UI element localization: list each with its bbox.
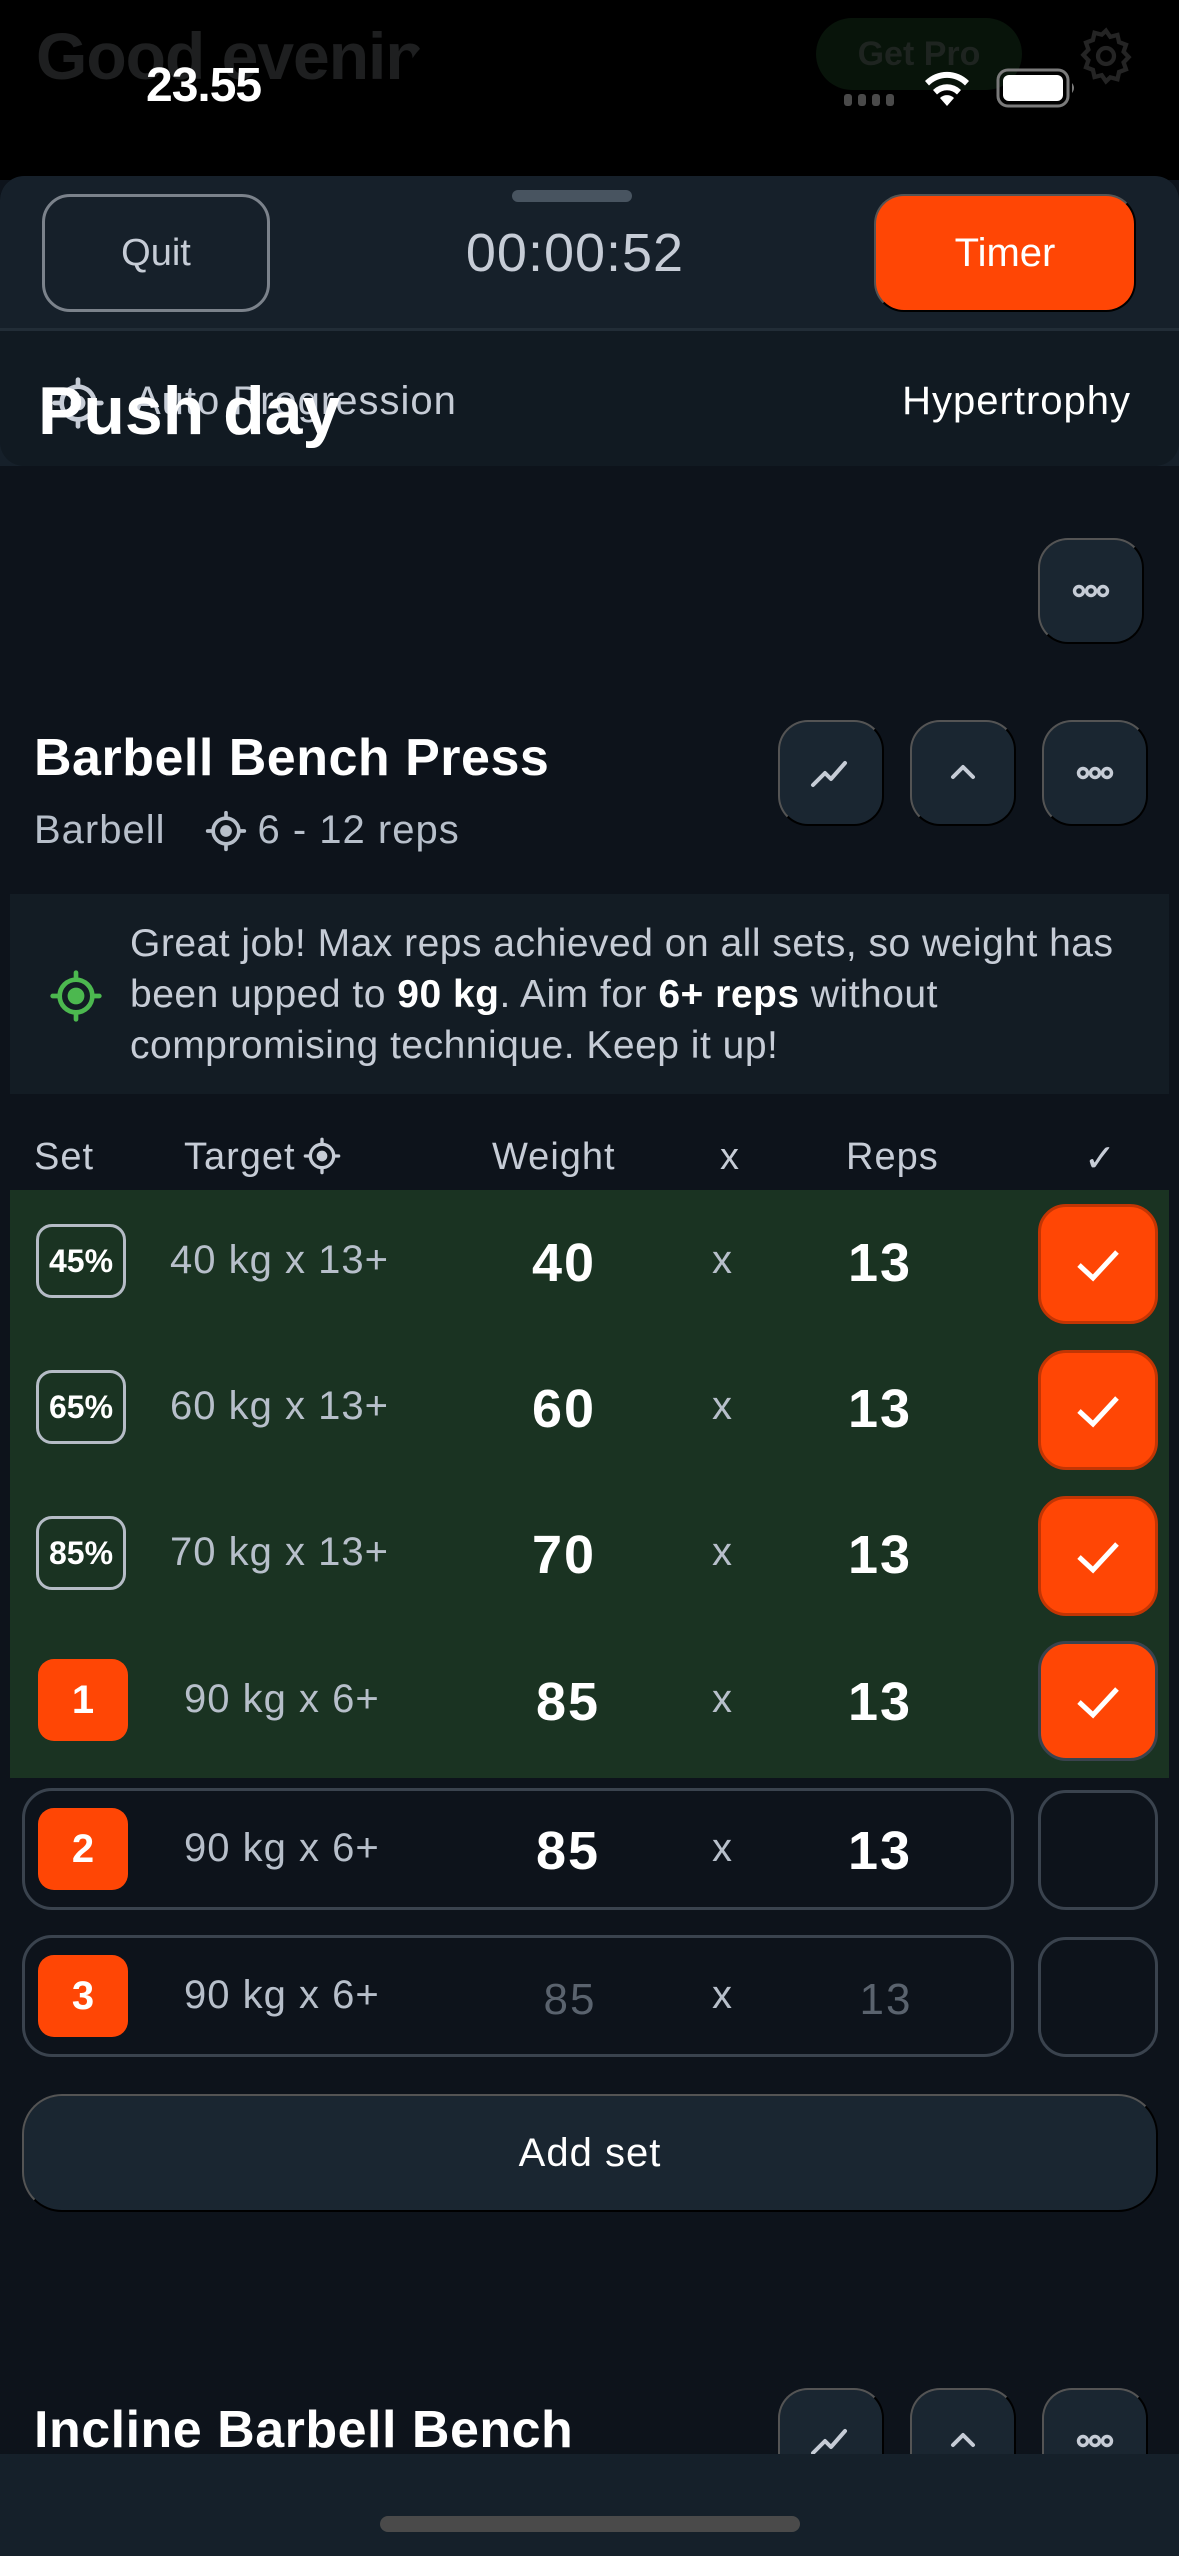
get-pro-button: Get Pro (816, 18, 1022, 90)
progression-notice: Great job! Max reps achieved on all sets… (10, 894, 1169, 1094)
set-weight[interactable]: 85 (498, 1671, 638, 1733)
collapse-exercise-button[interactable] (910, 720, 1016, 826)
equipment-label: Barbell (34, 808, 166, 852)
set-target: 90 kg x 6+ (184, 1677, 380, 1721)
bottom-bar (0, 2454, 1179, 2556)
sets-table-header: Set Target Weight x Reps ✓ (0, 1116, 1179, 1196)
workout-more-button[interactable] (1038, 538, 1144, 644)
warmup-set-badge[interactable]: 45% (36, 1224, 126, 1298)
set-weight[interactable]: 60 (494, 1378, 634, 1440)
sheet-grabber-handle[interactable] (512, 190, 632, 202)
battery-icon (996, 68, 1074, 108)
set-weight-input[interactable]: 85 (500, 1975, 640, 2025)
target-reps: 6+ reps (658, 973, 800, 1016)
set-x: x (712, 1384, 732, 1428)
add-set-button[interactable]: Add set (22, 2094, 1158, 2212)
cellular-signal-icon (844, 94, 894, 106)
warmup-set-badge[interactable]: 65% (36, 1370, 126, 1444)
set-complete-checkbox[interactable] (1038, 1350, 1158, 1470)
status-time: 23.55 (146, 59, 262, 112)
warmup-set-badge[interactable]: 85% (36, 1516, 126, 1590)
checkmark-icon (1077, 1250, 1119, 1282)
checkmark-icon (1077, 1687, 1119, 1719)
new-weight: 90 kg (397, 973, 500, 1016)
screen: Good evenin Get Pro 23.55 Quit 00:00:52 … (0, 0, 1179, 2556)
set-complete-checkbox[interactable] (1038, 1496, 1158, 1616)
set-reps[interactable]: 13 (810, 1524, 950, 1586)
exercise-history-button[interactable] (778, 720, 884, 826)
column-reps: Reps (846, 1136, 939, 1178)
workout-title: Push day (38, 373, 341, 449)
set-reps-input[interactable]: 13 (816, 1975, 956, 2025)
wifi-icon (925, 71, 969, 106)
set-reps[interactable]: 13 (810, 1820, 950, 1882)
set-weight[interactable]: 85 (498, 1820, 638, 1882)
timer-button[interactable]: Timer (874, 194, 1136, 312)
set-x: x (712, 1826, 732, 1870)
column-set: Set (34, 1136, 95, 1178)
set-x: x (712, 1677, 732, 1721)
set-complete-checkbox[interactable] (1038, 1204, 1158, 1324)
target-icon (303, 1137, 340, 1175)
set-target: 40 kg x 13+ (170, 1238, 389, 1282)
column-target: Target (184, 1136, 342, 1179)
set-x: x (712, 1973, 732, 2017)
exercise-more-button[interactable] (1042, 720, 1148, 826)
set-target: 90 kg x 6+ (184, 1826, 380, 1870)
column-done: ✓ (1084, 1138, 1117, 1180)
set-x: x (712, 1530, 732, 1574)
target-icon (205, 810, 246, 851)
column-weight: Weight (492, 1136, 616, 1178)
quit-button[interactable]: Quit (42, 194, 270, 312)
set-reps[interactable]: 13 (810, 1671, 950, 1733)
set-row: 2 90 kg x 6+ 85 x 13 (0, 1788, 1179, 1935)
trend-chart-icon (811, 761, 847, 787)
more-icon (1072, 584, 1110, 598)
set-reps[interactable]: 13 (810, 1232, 950, 1294)
exercise-name[interactable]: Barbell Bench Press (34, 728, 549, 788)
set-weight[interactable]: 70 (494, 1524, 634, 1586)
set-row: 65% 60 kg x 13+ 60 x 13 (0, 1334, 1179, 1481)
elapsed-time: 00:00:52 (465, 223, 685, 283)
set-x: x (712, 1238, 732, 1282)
working-set-badge[interactable]: 1 (38, 1659, 128, 1741)
working-set-badge[interactable]: 2 (38, 1808, 128, 1890)
set-target: 90 kg x 6+ (184, 1973, 380, 2017)
dynamic-island (404, 32, 774, 144)
home-indicator[interactable] (380, 2516, 800, 2532)
set-row: 3 90 kg x 6+ 85 x 13 (0, 1935, 1179, 2082)
set-complete-checkbox[interactable] (1038, 1937, 1158, 2057)
set-row: 85% 70 kg x 13+ 70 x 13 (0, 1480, 1179, 1627)
rep-range: 6 - 12 reps (257, 808, 460, 852)
exercise-meta: Barbell 6 - 12 reps (34, 808, 460, 853)
set-complete-checkbox[interactable] (1038, 1790, 1158, 1910)
more-icon (1076, 766, 1114, 780)
set-reps[interactable]: 13 (810, 1378, 950, 1440)
set-complete-checkbox[interactable] (1038, 1641, 1158, 1761)
next-exercise-name[interactable]: Incline Barbell Bench (34, 2400, 573, 2460)
working-set-badge[interactable]: 3 (38, 1955, 128, 2037)
set-weight[interactable]: 40 (494, 1232, 634, 1294)
progression-notice-text: Great job! Max reps achieved on all sets… (130, 922, 1114, 1067)
checkmark-icon (1077, 1542, 1119, 1574)
chevron-up-icon (951, 765, 975, 779)
set-row: 45% 40 kg x 13+ 40 x 13 (0, 1188, 1179, 1335)
set-row: 1 90 kg x 6+ 85 x 13 (0, 1627, 1179, 1774)
target-success-icon (50, 970, 102, 1022)
set-target: 60 kg x 13+ (170, 1384, 389, 1428)
gear-icon (1080, 27, 1132, 85)
column-x: x (720, 1136, 740, 1178)
checkmark-icon (1077, 1396, 1119, 1428)
training-goal[interactable]: Hypertrophy (902, 379, 1131, 424)
set-target: 70 kg x 13+ (170, 1530, 389, 1574)
